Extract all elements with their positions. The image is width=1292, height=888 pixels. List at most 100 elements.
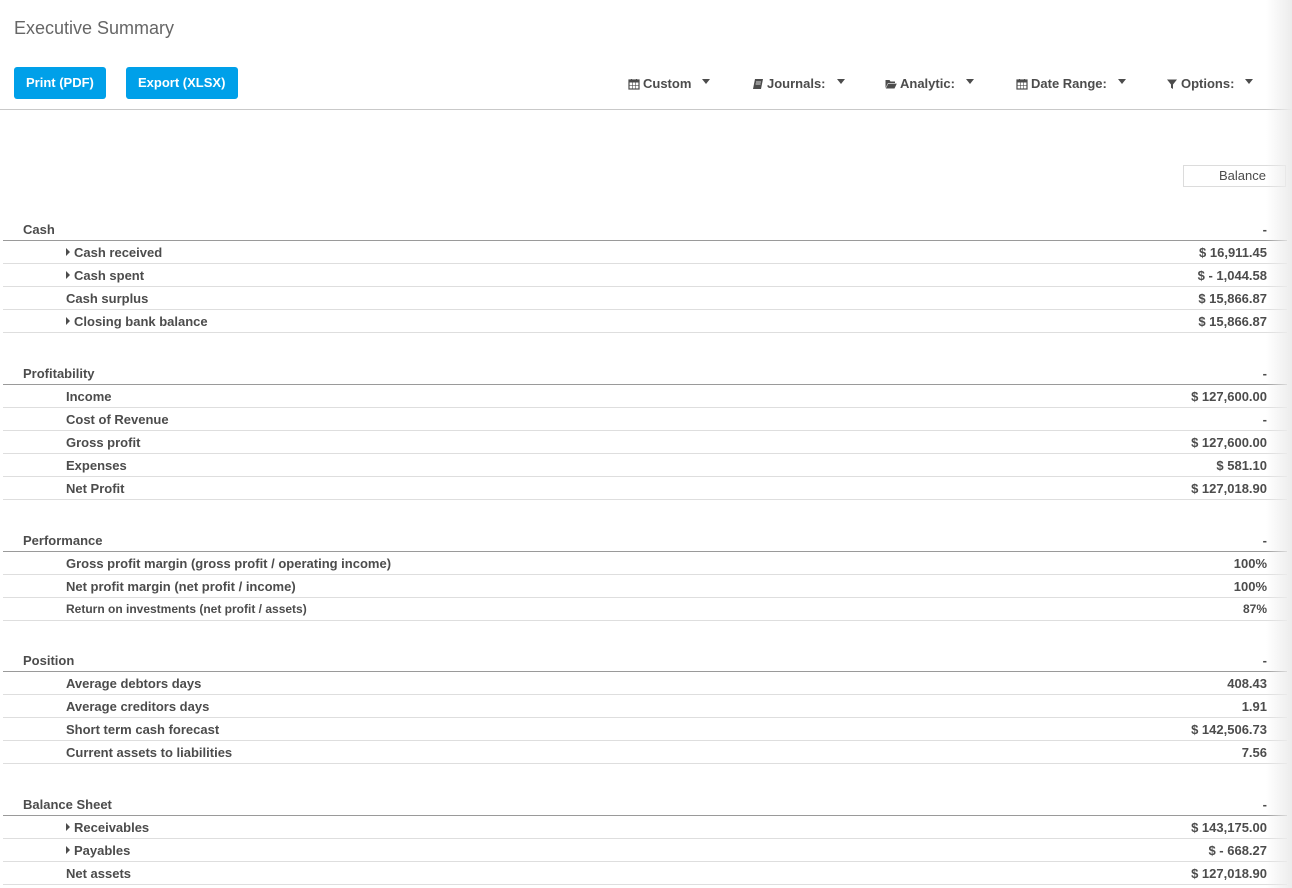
section-title: Cash [23,222,55,237]
chevron-down-icon [702,78,711,84]
chevron-down-icon [1245,78,1254,84]
row-label: Average creditors days [66,699,210,714]
row-value: $ - 1,044.58 [1197,268,1267,283]
row-value: 408.43 [1227,676,1267,691]
row-label: Gross profit [66,435,141,450]
row-label: Gross profit margin (gross profit / oper… [66,556,392,571]
options-filter-dropdown[interactable]: Options: [1166,75,1254,93]
section-header-balance-sheet: Balance Sheet - [3,793,1287,816]
section-header-performance: Performance - [3,529,1287,552]
section-header-position: Position - [3,649,1287,672]
row-value: $ 15,866.87 [1198,314,1267,329]
section-title: Balance Sheet [23,797,112,812]
folder-open-icon [885,80,897,89]
journals-filter-label: Journals: [767,76,826,91]
row-label: Receivables [74,820,150,835]
row-value: $ 127,018.90 [1191,481,1267,496]
report-row-payables[interactable]: Payables $ - 668.27 [3,839,1287,862]
report-row-net-profit-margin: Net profit margin (net profit / income) … [3,575,1287,598]
section-value: - [1262,653,1267,668]
row-value: $ 127,600.00 [1191,435,1267,450]
report-row-net-assets: Net assets $ 127,018.90 [3,862,1287,885]
caret-right-icon[interactable] [66,846,70,854]
row-label: Current assets to liabilities [66,745,233,760]
report-row-net-profit: Net Profit $ 127,018.90 [3,477,1287,500]
row-value: $ 15,866.87 [1198,291,1267,306]
report-row-expenses: Expenses $ 581.10 [3,454,1287,477]
caret-right-icon[interactable] [66,317,70,325]
section-value: - [1262,366,1267,381]
row-label: Cash received [74,245,163,260]
row-label: Expenses [66,458,127,473]
toolbar-divider [0,109,1292,110]
report-row-gross-profit-margin: Gross profit margin (gross profit / oper… [3,552,1287,575]
row-label: Cost of Revenue [66,412,169,427]
row-value: 1.91 [1241,699,1267,714]
report-row-average-creditors-days: Average creditors days 1.91 [3,695,1287,718]
report-row-cash-spent[interactable]: Cash spent $ - 1,044.58 [3,264,1287,287]
row-label: Net Profit [66,481,125,496]
section-title: Profitability [23,366,95,381]
options-filter-label: Options: [1181,76,1235,91]
report-row-average-debtors-days: Average debtors days 408.43 [3,672,1287,695]
caret-right-icon[interactable] [66,271,70,279]
report-row-gross-profit: Gross profit $ 127,600.00 [3,431,1287,454]
date-range-filter-dropdown[interactable]: Date Range: [1016,75,1126,93]
row-value: - [1262,412,1267,427]
section-value: - [1262,222,1267,237]
row-value: $ 581.10 [1216,458,1267,473]
chevron-down-icon [1117,78,1126,84]
section-title: Position [23,653,75,668]
row-label: Cash surplus [66,291,149,306]
journals-filter-dropdown[interactable]: Journals: [752,75,845,93]
row-value: $ 143,175.00 [1191,820,1267,835]
export-xlsx-button[interactable]: Export (XLSX) [126,67,238,99]
section-value: - [1262,533,1267,548]
row-label: Net profit margin (net profit / income) [66,579,296,594]
report-row-cash-surplus: Cash surplus $ 15,866.87 [3,287,1287,310]
section-header-cash: Cash - [3,218,1287,241]
row-value: $ 16,911.45 [1199,245,1267,260]
row-value: $ 142,506.73 [1191,722,1267,737]
row-value: 100% [1233,579,1267,594]
analytic-filter-label: Analytic: [900,76,955,91]
report-row-income: Income $ 127,600.00 [3,385,1287,408]
analytic-filter-dropdown[interactable]: Analytic: [885,75,974,93]
row-value: $ - 668.27 [1208,843,1267,858]
report-row-cash-received[interactable]: Cash received $ 16,911.45 [3,241,1287,264]
section-header-profitability: Profitability - [3,362,1287,385]
report-row-current-assets-to-liabilities: Current assets to liabilities 7.56 [3,741,1287,764]
calendar-icon [628,79,640,90]
custom-filter-dropdown[interactable]: Custom [628,75,711,93]
row-label: Short term cash forecast [66,722,220,737]
chevron-down-icon [836,78,845,84]
report-row-closing-bank-balance[interactable]: Closing bank balance $ 15,866.87 [3,310,1287,333]
row-label: Return on investments (net profit / asse… [66,602,307,616]
row-label: Net assets [66,866,132,881]
row-value: $ 127,600.00 [1191,389,1267,404]
custom-filter-label: Custom [643,76,692,91]
chevron-down-icon [965,78,974,84]
page-title: Executive Summary [14,18,175,38]
caret-right-icon[interactable] [66,248,70,256]
row-value: 100% [1233,556,1267,571]
row-label: Income [66,389,112,404]
row-value: 7.56 [1241,745,1267,760]
report-row-return-on-investments: Return on investments (net profit / asse… [3,598,1287,621]
balance-column-header[interactable]: Balance [1183,165,1286,187]
filter-icon [1167,79,1177,89]
calendar-icon [1016,79,1028,90]
caret-right-icon[interactable] [66,823,70,831]
row-label: Cash spent [74,268,145,283]
report-row-cost-of-revenue: Cost of Revenue - [3,408,1287,431]
date-range-filter-label: Date Range: [1031,76,1107,91]
report-row-receivables[interactable]: Receivables $ 143,175.00 [3,816,1287,839]
row-label: Payables [74,843,131,858]
row-value: 87% [1242,602,1267,616]
section-title: Performance [23,533,103,548]
row-label: Average debtors days [66,676,202,691]
report-row-short-term-cash-forecast: Short term cash forecast $ 142,506.73 [3,718,1287,741]
row-label: Closing bank balance [74,314,208,329]
print-pdf-button[interactable]: Print (PDF) [14,67,106,99]
book-icon [753,79,763,89]
